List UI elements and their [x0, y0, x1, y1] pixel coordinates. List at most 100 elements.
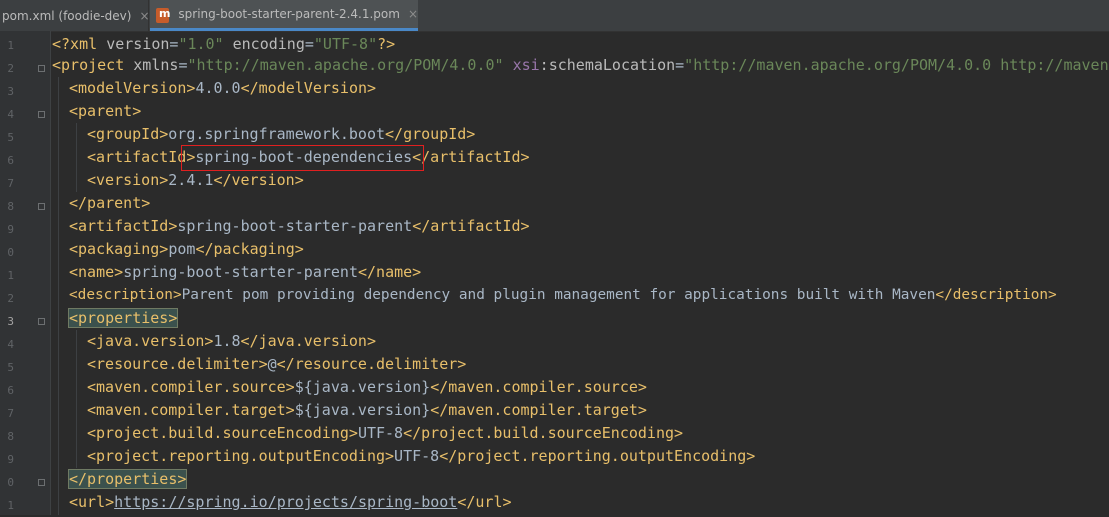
tag-text: org.springframework.boot — [168, 125, 386, 143]
annotation-highlight-box — [181, 145, 424, 171]
close-tag: </artifactId> — [412, 217, 530, 235]
fold-properties-icon[interactable] — [37, 310, 46, 333]
fold-project-icon[interactable] — [37, 57, 46, 80]
namespace-colon: : — [539, 56, 549, 74]
attr-name: version — [106, 35, 170, 53]
attr-equals: = — [675, 56, 685, 74]
line-gutter[interactable]: 1 2 3 4 5 6 7 8 9 0 1 2 3 4 5 6 7 8 9 0 … — [0, 31, 51, 515]
close-tag: </java.version> — [240, 332, 376, 350]
code-line-parent-open: <parent> — [69, 102, 142, 120]
open-tag: <description> — [69, 287, 182, 303]
open-tag: <java.version> — [87, 332, 214, 350]
line-number: 3 — [7, 315, 14, 328]
line-number: 2 — [7, 292, 14, 305]
line-number: 7 — [7, 177, 14, 190]
code-line-source-encoding: <project.build.sourceEncoding>UTF-8</pro… — [87, 422, 683, 445]
attr-value: "http://maven.apache.org/POM/4.0.0" — [187, 56, 504, 74]
xml-decl-close: ?> — [377, 35, 396, 53]
code-line-compiler-source: <maven.compiler.source>${java.version}</… — [87, 376, 647, 399]
code-line-compiler-target: <maven.compiler.target>${java.version}</… — [87, 399, 647, 422]
tag-text: 4.0.0 — [195, 79, 241, 97]
open-tag: <project.build.sourceEncoding> — [87, 424, 358, 442]
line-number: 0 — [7, 476, 14, 489]
fold-parent-icon[interactable] — [37, 103, 46, 126]
attr-name: encoding — [232, 35, 305, 53]
tag-text: 1.8 — [213, 332, 241, 350]
code-line-resource-delimiter: <resource.delimiter>@</resource.delimite… — [87, 353, 466, 376]
attr-value: "1.0" — [178, 35, 224, 53]
matched-tag: </properties> — [67, 469, 188, 489]
close-tag: </url> — [457, 493, 512, 511]
open-tag: <artifactId> — [69, 217, 178, 235]
line-number: 4 — [7, 108, 14, 121]
tab-label: pom.xml (foodie-dev) — [2, 8, 132, 23]
tab-pom-xml[interactable]: pom.xml (foodie-dev) × — [0, 0, 150, 31]
url-link[interactable]: https://spring.io/projects/spring-boot — [114, 493, 457, 511]
project-tag: <project — [52, 56, 125, 74]
code-line-java-version: <java.version>1.8</java.version> — [87, 330, 376, 353]
code-line-xml-declaration: <?xml version="1.0" encoding="UTF-8"?> — [52, 33, 395, 56]
code-editor[interactable]: <?xml version="1.0" encoding="UTF-8"?> <… — [52, 31, 1109, 515]
close-tag: </packaging> — [195, 240, 304, 258]
line-number: 7 — [7, 407, 14, 420]
line-number: 5 — [7, 131, 14, 144]
code-line-project: <project xmlns="http://maven.apache.org/… — [52, 54, 1109, 77]
code-line-parent-close: </parent> — [69, 194, 151, 212]
open-tag: <artifactId> — [87, 148, 196, 166]
tag-text: pom — [168, 240, 196, 258]
line-number: 9 — [7, 453, 14, 466]
open-tag: <maven.compiler.target> — [87, 401, 295, 419]
matched-tag: <properties> — [67, 308, 179, 328]
attr-value: "UTF-8" — [313, 35, 378, 53]
fold-properties-end-icon[interactable] — [37, 471, 46, 494]
attr-value: "http://maven.apache.org/POM/4.0.0 http:… — [684, 56, 1109, 74]
tag-text: spring-boot-starter-parent — [123, 263, 358, 281]
editor-tab-bar: pom.xml (foodie-dev) × spring-boot-start… — [0, 0, 1109, 32]
close-icon[interactable]: × — [139, 9, 149, 23]
close-tag: </maven.compiler.source> — [430, 378, 647, 396]
close-tag: </project.reporting.outputEncoding> — [439, 447, 756, 465]
open-tag: <maven.compiler.source> — [87, 378, 295, 396]
indent-guide — [76, 330, 77, 468]
line-number: 2 — [7, 62, 14, 75]
open-tag: <modelVersion> — [69, 79, 196, 97]
attr-name: schemaLocation — [548, 56, 676, 74]
code-line-version: <version>2.4.1</version> — [87, 169, 304, 192]
code-line-name: <name>spring-boot-starter-parent</name> — [69, 261, 421, 284]
close-tag: </resource.delimiter> — [276, 355, 467, 373]
line-number: 6 — [7, 384, 14, 397]
line-number: 4 — [7, 338, 14, 351]
open-tag: <project.reporting.outputEncoding> — [87, 447, 395, 465]
open-tag: <groupId> — [87, 125, 169, 143]
code-line-packaging: <packaging>pom</packaging> — [69, 238, 304, 261]
tab-starter-parent-pom[interactable]: spring-boot-starter-parent-2.4.1.pom × — [150, 0, 418, 31]
namespace-prefix: xsi — [512, 56, 540, 74]
line-number: 3 — [7, 85, 14, 98]
code-line-groupid: <groupId>org.springframework.boot</group… — [87, 123, 475, 146]
close-icon[interactable]: × — [408, 7, 418, 21]
indent-guide — [58, 77, 59, 515]
code-line-properties-close: </properties> — [67, 468, 188, 491]
tag-text: ${java.version} — [294, 378, 431, 396]
line-number: 5 — [7, 361, 14, 374]
xml-decl-open: <?xml — [52, 35, 107, 53]
code-line-properties-open: <properties> — [67, 307, 179, 330]
attr-equals: = — [304, 35, 314, 53]
fold-parent-end-icon[interactable] — [37, 195, 46, 218]
close-tag: </maven.compiler.target> — [430, 401, 647, 419]
tag-text: spring-boot-starter-parent — [177, 217, 413, 235]
line-number: 8 — [7, 200, 14, 213]
open-tag: <packaging> — [69, 240, 169, 258]
code-line-modelversion: <modelVersion>4.0.0</modelVersion> — [69, 77, 376, 100]
maven-pom-icon — [156, 7, 171, 23]
close-tag: </version> — [213, 171, 304, 189]
tag-text: 2.4.1 — [168, 171, 214, 189]
tag-text: ${java.version} — [294, 401, 431, 419]
tab-label: spring-boot-starter-parent-2.4.1.pom — [178, 7, 400, 21]
indent-guide — [76, 123, 77, 192]
close-tag: </description> — [935, 287, 1057, 303]
code-line-description: <description>Parent pom providing depend… — [69, 284, 1057, 307]
